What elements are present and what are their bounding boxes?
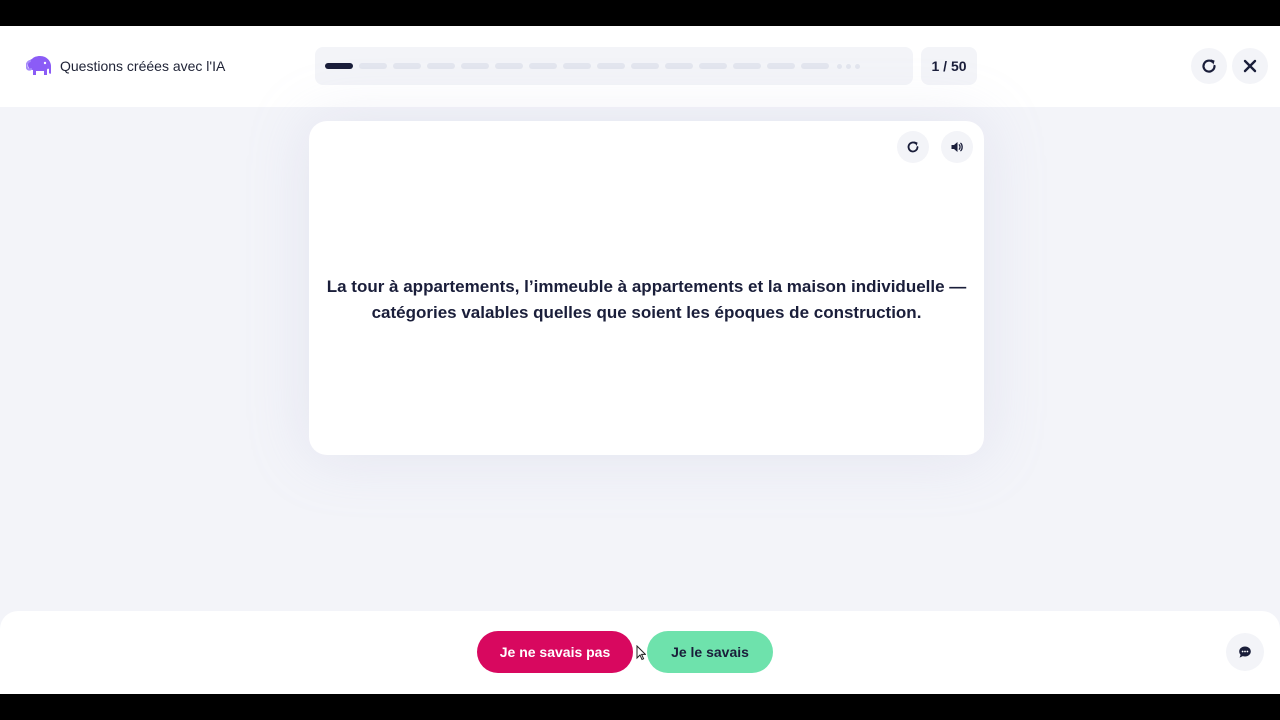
flashcard-app: Questions créées avec l'IA 1 / 50 La tou… xyxy=(0,26,1280,694)
progress-segment xyxy=(563,63,591,69)
close-icon xyxy=(1243,59,1257,73)
progress-segment xyxy=(529,63,557,69)
progress-segment xyxy=(699,63,727,69)
question-text: La tour à appartements, l’immeuble à app… xyxy=(326,277,967,322)
speaker-icon xyxy=(951,142,963,152)
question-counter: 1 / 50 xyxy=(921,47,977,85)
progress-segment xyxy=(767,63,795,69)
letterbox-bottom xyxy=(0,694,1280,720)
refresh-icon xyxy=(907,141,919,153)
close-button[interactable] xyxy=(1232,48,1268,84)
progress-segment xyxy=(801,63,829,69)
chat-button[interactable] xyxy=(1226,633,1264,671)
progress-segment xyxy=(393,63,421,69)
progress-segment xyxy=(359,63,387,69)
brand-title: Questions créées avec l'IA xyxy=(60,58,226,74)
elephant-icon xyxy=(26,55,51,75)
flip-card-button[interactable] xyxy=(897,131,929,163)
progress-overflow-dots xyxy=(837,63,860,69)
progress-bar xyxy=(315,47,913,85)
brand[interactable]: Questions créées avec l'IA xyxy=(26,55,225,77)
progress-segment xyxy=(427,63,455,69)
progress-segment xyxy=(733,63,761,69)
progress-segment xyxy=(597,63,625,69)
progress-segment-current xyxy=(325,63,353,69)
header: Questions créées avec l'IA 1 / 50 xyxy=(0,26,1280,107)
mouse-cursor-icon xyxy=(636,645,646,661)
know-button[interactable]: Je le savais xyxy=(647,631,773,673)
chat-icon xyxy=(1239,646,1251,658)
progress-segment xyxy=(631,63,659,69)
letterbox-top xyxy=(0,0,1280,26)
dont-know-button[interactable]: Je ne savais pas xyxy=(477,631,633,673)
progress-segment xyxy=(495,63,523,69)
progress-segment xyxy=(665,63,693,69)
play-audio-button[interactable] xyxy=(941,131,973,163)
restart-icon xyxy=(1202,59,1216,73)
progress-segment xyxy=(461,63,489,69)
restart-button[interactable] xyxy=(1191,48,1227,84)
flashcard[interactable]: La tour à appartements, l’immeuble à app… xyxy=(309,121,984,455)
